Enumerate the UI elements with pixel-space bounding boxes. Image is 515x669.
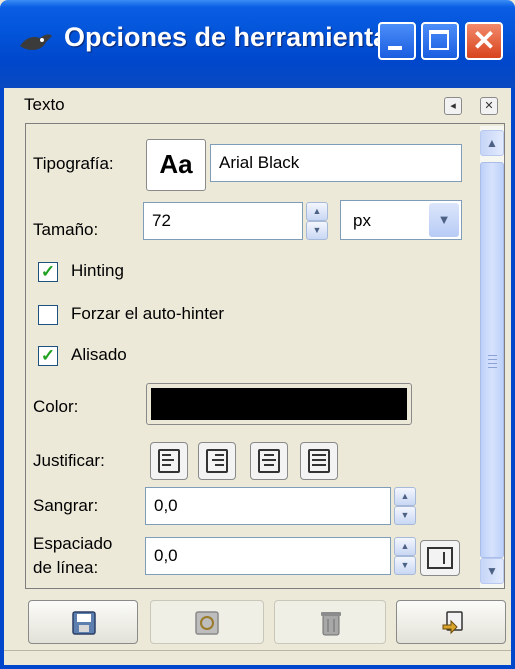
line-spacing-label-1: Espaciado <box>33 534 113 553</box>
scroll-down-icon[interactable]: ▼ <box>480 558 504 584</box>
spin-up-icon[interactable]: ▲ <box>306 202 328 221</box>
spin-down-icon[interactable]: ▼ <box>394 556 416 575</box>
color-label: Color: <box>33 397 79 416</box>
justify-center-button[interactable] <box>250 442 288 480</box>
vertical-scrollbar[interactable]: ▲ ▼ <box>480 126 504 588</box>
restore-icon <box>195 611 219 635</box>
force-autohinter-label: Forzar el auto-hinter <box>71 304 225 323</box>
restore-options-button[interactable] <box>150 600 264 644</box>
indent-label: Sangrar: <box>33 496 99 515</box>
reset-icon <box>442 611 463 635</box>
scroll-thumb[interactable] <box>480 162 504 558</box>
unit-select[interactable]: px ▼ <box>340 200 462 240</box>
spin-down-icon[interactable]: ▼ <box>394 506 416 525</box>
text-box-icon <box>427 547 453 569</box>
window-title: Opciones de herramienta <box>64 22 389 52</box>
force-autohinter-checkbox[interactable] <box>38 305 58 325</box>
spin-up-icon[interactable]: ▲ <box>394 487 416 506</box>
window-frame-bottom <box>0 665 515 669</box>
spin-down-icon[interactable]: ▼ <box>306 221 328 240</box>
close-icon: ✕ <box>472 25 496 56</box>
justify-left-button[interactable] <box>150 442 188 480</box>
dock-menu-icon: ◂ <box>450 100 456 112</box>
justify-right-button[interactable] <box>198 442 236 480</box>
color-button[interactable] <box>146 383 412 425</box>
spin-up-icon[interactable]: ▲ <box>394 537 416 556</box>
line-spacing-input[interactable]: 0,0 <box>145 537 391 575</box>
dock-title: Texto <box>24 95 65 114</box>
font-input[interactable]: Arial Black <box>210 144 462 182</box>
font-preview-button[interactable]: Aa <box>146 139 206 191</box>
justify-fill-button[interactable] <box>300 442 338 480</box>
hinting-label: Hinting <box>71 261 124 280</box>
justify-label: Justificar: <box>33 451 105 470</box>
line-spacing-spinner[interactable]: ▲ ▼ <box>394 537 416 575</box>
dock-menu-button[interactable]: ◂ <box>444 97 462 115</box>
gimp-wilber-icon <box>20 34 52 50</box>
delete-options-button[interactable] <box>274 600 386 644</box>
antialias-label: Alisado <box>71 345 127 364</box>
size-spinner[interactable]: ▲ ▼ <box>306 202 328 240</box>
hinting-checkbox[interactable]: ✓ <box>38 262 58 282</box>
minimize-button[interactable] <box>378 22 416 60</box>
title-bar[interactable]: Opciones de herramienta ✕ <box>0 0 515 88</box>
chevron-down-icon[interactable]: ▼ <box>429 203 459 237</box>
maximize-icon <box>429 30 449 50</box>
unit-value: px <box>353 211 371 230</box>
minimize-icon <box>388 46 402 50</box>
justify-fill-icon <box>308 449 330 473</box>
dock-close-icon: ✕ <box>484 100 494 112</box>
justify-center-icon <box>258 449 280 473</box>
indent-input[interactable]: 0,0 <box>145 487 391 525</box>
justify-left-icon <box>158 449 180 473</box>
close-button[interactable]: ✕ <box>465 22 503 60</box>
status-bar <box>4 650 511 665</box>
line-spacing-tool-button[interactable] <box>420 540 460 576</box>
reset-options-button[interactable] <box>396 600 506 644</box>
dock-close-button[interactable]: ✕ <box>480 97 498 115</box>
save-options-button[interactable] <box>28 600 138 644</box>
justify-right-icon <box>206 449 228 473</box>
delete-icon <box>321 612 341 636</box>
font-label: Tipografía: <box>33 154 114 173</box>
scroll-up-icon[interactable]: ▲ <box>480 130 504 156</box>
maximize-button[interactable] <box>421 22 459 60</box>
save-icon <box>72 611 96 635</box>
window-frame-left <box>0 88 4 669</box>
size-input[interactable]: 72 <box>143 202 303 240</box>
window-frame-right <box>511 88 515 669</box>
line-spacing-label-2: de línea: <box>33 558 99 577</box>
color-swatch <box>151 388 407 420</box>
antialias-checkbox[interactable]: ✓ <box>38 346 58 366</box>
size-label: Tamaño: <box>33 220 99 239</box>
indent-spinner[interactable]: ▲ ▼ <box>394 487 416 525</box>
